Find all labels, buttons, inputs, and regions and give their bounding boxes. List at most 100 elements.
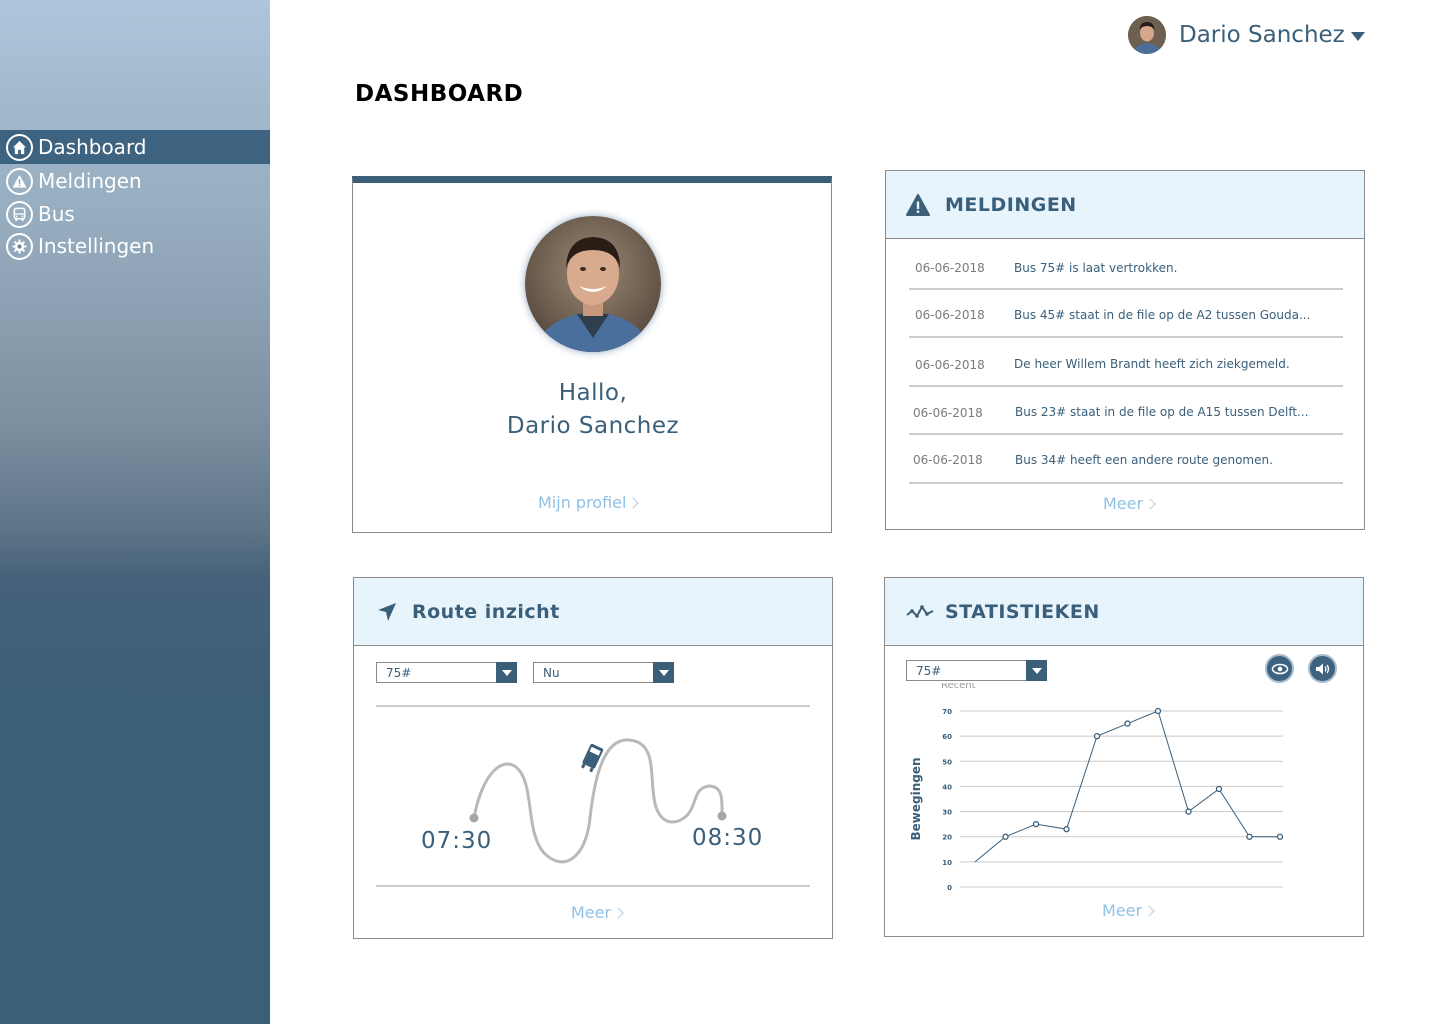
greeting-text: Hallo, bbox=[558, 380, 628, 406]
data-point bbox=[1276, 833, 1284, 840]
list-item[interactable]: 06-06-2018 Bus 23# staat in de file op d… bbox=[909, 387, 1343, 435]
sidebar-item-label: Bus bbox=[38, 202, 75, 226]
bus-icon bbox=[577, 743, 607, 773]
stats-header: STATISTIEKEN bbox=[885, 578, 1363, 646]
chevron-right-icon bbox=[1144, 497, 1156, 510]
sidebar-item-meldingen[interactable]: Meldingen bbox=[0, 164, 270, 198]
chart-title: Recent bbox=[941, 683, 976, 691]
sidebar-item-label: Dashboard bbox=[38, 135, 147, 159]
user-menu[interactable]: Dario Sanchez bbox=[1128, 16, 1365, 54]
profile-avatar bbox=[525, 216, 661, 352]
chevron-down-icon bbox=[1026, 660, 1047, 681]
stats-card: STATISTIEKEN 75# Recent 0 10 20 30 40 50 60 70 Be… bbox=[884, 577, 1364, 937]
sidebar-item-instellingen[interactable]: Instellingen bbox=[0, 229, 270, 263]
sidebar-item-label: Instellingen bbox=[38, 234, 155, 258]
stats-more-link[interactable]: Meer bbox=[1102, 901, 1155, 920]
data-point bbox=[1032, 820, 1040, 828]
data-point bbox=[1002, 833, 1009, 840]
notification-date: 06-06-2018 bbox=[915, 308, 985, 322]
route-path bbox=[469, 738, 727, 864]
notifications-more-link[interactable]: Meer bbox=[1103, 494, 1156, 513]
y-tick-label: 20 bbox=[942, 834, 952, 842]
y-tick-label: 30 bbox=[942, 809, 952, 817]
y-tick-label: 40 bbox=[942, 783, 952, 791]
warning-icon bbox=[906, 193, 930, 216]
line-chart: Recent 0 10 20 30 40 50 60 70 Bewegingen bbox=[909, 683, 1284, 892]
route-more-link[interactable]: Meer bbox=[571, 903, 624, 922]
y-tick-label: 60 bbox=[942, 733, 952, 741]
data-point bbox=[1154, 707, 1162, 715]
y-tick-label: 70 bbox=[942, 708, 952, 716]
stats-bus-select[interactable]: 75# bbox=[906, 660, 1047, 681]
divider bbox=[376, 885, 810, 887]
route-card: Route inzicht 75# Nu 07:30 08:30 Meer bbox=[353, 577, 833, 939]
list-item[interactable]: 06-06-2018 Bus 34# heeft een andere rout… bbox=[909, 436, 1343, 484]
notification-text: Bus 75# is laat vertrokken. bbox=[1014, 261, 1178, 275]
data-point bbox=[1124, 720, 1131, 727]
page-title: DASHBOARD bbox=[355, 81, 524, 107]
select-value: 75# bbox=[386, 665, 412, 680]
more-label: Meer bbox=[571, 903, 612, 922]
greeting-name: Dario Sanchez bbox=[506, 413, 680, 439]
route-header: Route inzicht bbox=[354, 578, 832, 646]
more-label: Meer bbox=[1102, 901, 1143, 920]
chevron-down-icon bbox=[496, 662, 517, 683]
bus-icon bbox=[6, 200, 33, 228]
y-axis-label: Bewegingen bbox=[909, 757, 923, 840]
chevron-right-icon bbox=[1143, 904, 1155, 917]
chevron-right-icon bbox=[627, 496, 640, 509]
notification-text: Bus 34# heeft een andere route genomen. bbox=[1015, 453, 1273, 467]
y-tick-label: 10 bbox=[942, 859, 952, 867]
y-tick-label: 50 bbox=[942, 758, 952, 766]
sidebar-item-bus[interactable]: Bus bbox=[0, 197, 270, 231]
data-point bbox=[1246, 833, 1253, 840]
profile-card: Hallo, Dario Sanchez Mijn profiel bbox=[352, 176, 832, 533]
chevron-right-icon bbox=[612, 906, 624, 919]
notification-date: 06-06-2018 bbox=[915, 358, 985, 372]
notification-text: Bus 23# staat in de file op de A15 tusse… bbox=[1015, 405, 1309, 419]
list-item[interactable]: 06-06-2018 Bus 45# staat in de file op d… bbox=[909, 290, 1343, 338]
my-profile-link[interactable]: Mijn profiel bbox=[538, 493, 640, 512]
select-value: 75# bbox=[916, 663, 942, 678]
my-profile-label: Mijn profiel bbox=[538, 493, 627, 512]
data-point bbox=[1093, 732, 1101, 740]
notifications-header: MELDINGEN bbox=[886, 171, 1364, 239]
notification-text: De heer Willem Brandt heeft zich ziekgem… bbox=[1014, 357, 1290, 371]
navigation-arrow-icon bbox=[377, 602, 397, 622]
eye-icon bbox=[1271, 662, 1289, 676]
y-tick-label: 0 bbox=[947, 884, 952, 892]
line-chart-icon bbox=[906, 603, 934, 621]
view-button[interactable] bbox=[1265, 654, 1294, 683]
chevron-down-icon bbox=[1350, 32, 1365, 41]
divider bbox=[376, 705, 810, 707]
sidebar-item-dashboard[interactable]: Dashboard bbox=[0, 130, 270, 164]
more-label: Meer bbox=[1103, 494, 1144, 513]
sound-button[interactable] bbox=[1308, 654, 1337, 683]
list-item[interactable]: 06-06-2018 Bus 75# is laat vertrokken. bbox=[909, 242, 1343, 290]
notification-date: 06-06-2018 bbox=[913, 453, 983, 467]
data-point bbox=[1215, 785, 1223, 793]
user-name: Dario Sanchez bbox=[1179, 22, 1345, 48]
route-title: Route inzicht bbox=[412, 600, 560, 623]
notification-text: Bus 45# staat in de file op de A2 tussen… bbox=[1014, 308, 1311, 322]
notifications-card: MELDINGEN 06-06-2018 Bus 75# is laat ver… bbox=[885, 170, 1365, 530]
speaker-icon bbox=[1315, 662, 1331, 676]
select-value: Nu bbox=[543, 665, 560, 680]
warning-icon bbox=[6, 167, 33, 195]
route-time-select[interactable]: Nu bbox=[533, 662, 674, 683]
home-icon bbox=[6, 133, 33, 161]
notification-date: 06-06-2018 bbox=[913, 406, 983, 420]
notification-date: 06-06-2018 bbox=[915, 261, 985, 275]
stats-title: STATISTIEKEN bbox=[945, 600, 1100, 623]
data-point bbox=[1185, 808, 1192, 815]
gear-icon bbox=[6, 232, 33, 260]
sidebar: Dashboard Meldingen Bus Instellingen bbox=[0, 0, 270, 1024]
notifications-title: MELDINGEN bbox=[945, 193, 1077, 216]
chevron-down-icon bbox=[653, 662, 674, 683]
sidebar-item-label: Meldingen bbox=[38, 169, 142, 193]
route-end-time: 08:30 bbox=[692, 825, 764, 851]
list-item[interactable]: 06-06-2018 De heer Willem Brandt heeft z… bbox=[909, 339, 1343, 387]
route-bus-select[interactable]: 75# bbox=[376, 662, 517, 683]
route-start-time: 07:30 bbox=[421, 828, 493, 854]
avatar bbox=[1128, 16, 1166, 54]
